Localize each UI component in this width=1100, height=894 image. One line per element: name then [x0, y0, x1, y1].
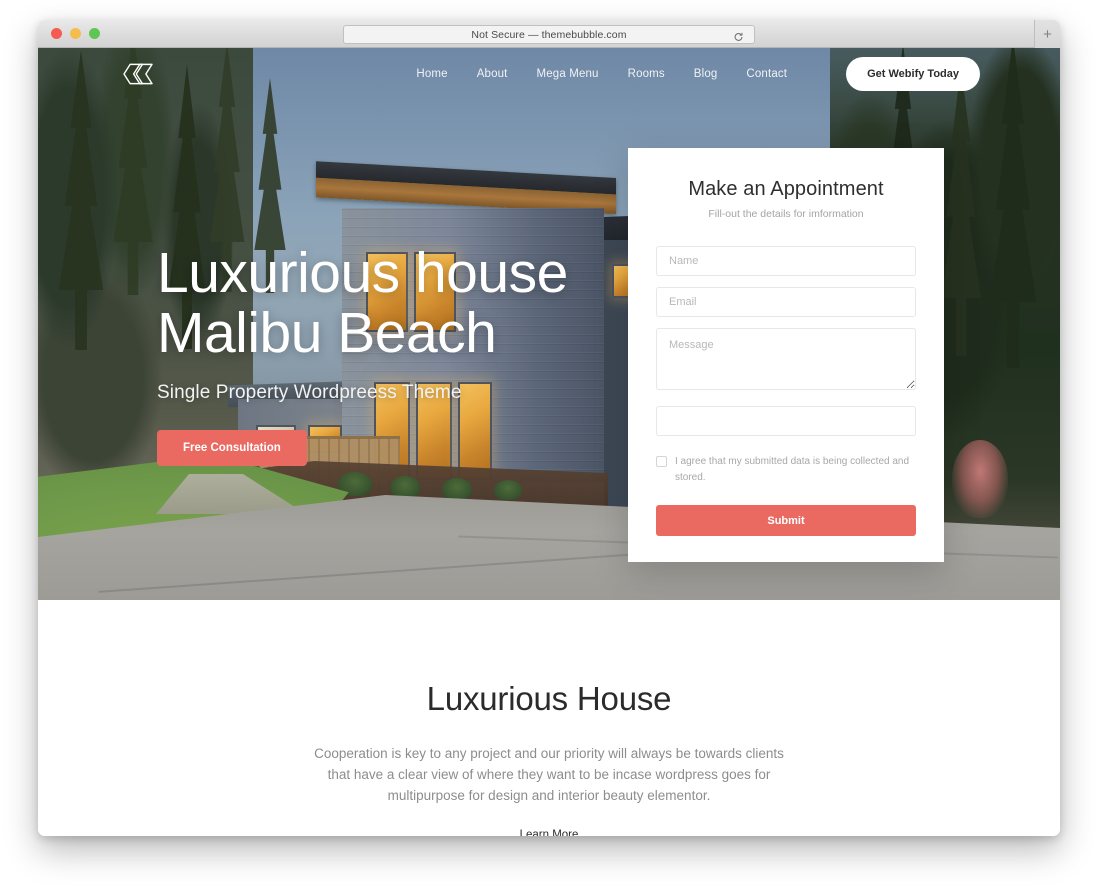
nav-links: Home About Mega Menu Rooms Blog Contact … — [416, 57, 980, 91]
address-bar[interactable]: Not Secure — themebubble.com — [343, 25, 755, 44]
name-input[interactable] — [656, 246, 916, 276]
appointment-title: Make an Appointment — [688, 178, 884, 200]
free-consultation-button[interactable]: Free Consultation — [157, 429, 307, 466]
hero-subtitle: Single Property Wordpreess Theme — [157, 381, 462, 403]
consent-checkbox[interactable] — [656, 456, 667, 467]
nav-item-rooms[interactable]: Rooms — [628, 68, 665, 80]
submit-button[interactable]: Submit — [656, 505, 916, 536]
about-title: Luxurious House — [426, 680, 672, 717]
appointment-form-card: Make an Appointment Fill-out the details… — [628, 148, 944, 562]
window-traffic-lights — [51, 28, 100, 39]
browser-window: Not Secure — themebubble.com + Home Abou… — [38, 20, 1060, 836]
hero-section: Home About Mega Menu Rooms Blog Contact … — [38, 48, 1060, 600]
page-viewport: Home About Mega Menu Rooms Blog Contact … — [38, 48, 1060, 836]
close-window-button[interactable] — [51, 28, 62, 39]
address-text: Not Secure — themebubble.com — [471, 28, 627, 41]
nav-item-blog[interactable]: Blog — [694, 68, 718, 80]
site-navigation: Home About Mega Menu Rooms Blog Contact … — [38, 48, 1060, 100]
learn-more-link[interactable]: Learn More — [520, 829, 579, 836]
get-webify-today-button[interactable]: Get Webify Today — [846, 57, 980, 91]
webify-logo-icon[interactable] — [120, 60, 156, 88]
email-input[interactable] — [656, 287, 916, 317]
consent-label: I agree that my submitted data is being … — [675, 456, 910, 483]
consent-row: I agree that my submitted data is being … — [656, 454, 916, 485]
hero-copy: Luxurious house Malibu Beach Single Prop… — [157, 243, 617, 466]
nav-item-mega-menu[interactable]: Mega Menu — [537, 68, 599, 80]
nav-item-contact[interactable]: Contact — [746, 68, 787, 80]
minimize-window-button[interactable] — [70, 28, 81, 39]
nav-item-about[interactable]: About — [477, 68, 508, 80]
nav-item-home[interactable]: Home — [416, 68, 447, 80]
appointment-form-fields — [656, 246, 916, 447]
about-section: Luxurious House Cooperation is key to an… — [38, 600, 1060, 836]
shrub — [390, 476, 420, 498]
shrub — [494, 480, 522, 500]
hero-title-line-2: Malibu Beach — [157, 301, 497, 366]
house-main-roof — [316, 161, 616, 214]
shrub — [442, 478, 472, 500]
hero-title: Luxurious house Malibu Beach — [157, 243, 617, 364]
pink-shrub — [952, 440, 1008, 518]
about-body: Cooperation is key to any project and ou… — [314, 746, 784, 803]
hero-title-line-1: Luxurious house — [157, 241, 568, 305]
reload-icon[interactable] — [733, 29, 744, 41]
zoom-window-button[interactable] — [89, 28, 100, 39]
new-tab-button[interactable]: + — [1034, 20, 1060, 48]
appointment-subtitle: Fill-out the details for imformation — [708, 208, 864, 220]
message-textarea[interactable] — [656, 328, 916, 390]
extra-input[interactable] — [656, 406, 916, 436]
browser-toolbar: Not Secure — themebubble.com + — [38, 20, 1060, 48]
